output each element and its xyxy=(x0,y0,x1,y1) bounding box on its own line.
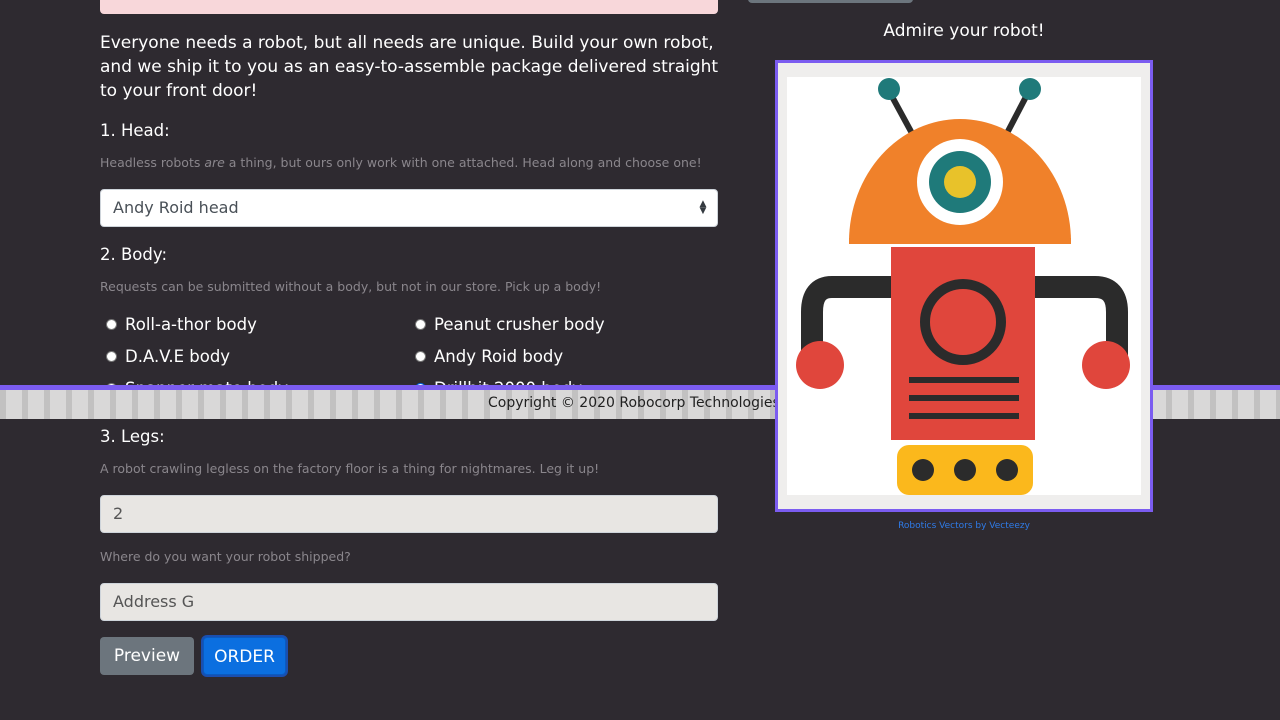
legs-label: 3. Legs: xyxy=(100,427,165,446)
address-help: Where do you want your robot shipped? xyxy=(100,549,351,564)
radio-label: D.A.V.E body xyxy=(125,347,231,366)
robot-preview xyxy=(775,60,1153,512)
radio-button[interactable] xyxy=(415,319,426,330)
legs-help: A robot crawling legless on the factory … xyxy=(100,461,600,476)
radio-roll-a-thor[interactable]: Roll-a-thor body xyxy=(106,315,257,335)
head-label: 1. Head: xyxy=(100,121,170,140)
radio-label: Peanut crusher body xyxy=(434,315,605,334)
alert-bar xyxy=(100,0,718,14)
preview-title: Admire your robot! xyxy=(883,21,1045,41)
tab-strip[interactable] xyxy=(748,0,913,3)
robot-image xyxy=(787,77,1141,495)
radio-peanut-crusher[interactable]: Peanut crusher body xyxy=(415,315,605,335)
body-help: Requests can be submitted without a body… xyxy=(100,279,602,294)
head-help: Headless robots are a thing, but ours on… xyxy=(100,155,702,170)
radio-button[interactable] xyxy=(415,351,426,362)
chevron-updown-icon: ▲ ▼ xyxy=(699,199,707,216)
copyright-text: Copyright © 2020 Robocorp Technologies, … xyxy=(488,395,793,411)
robot-illustration xyxy=(796,78,1130,495)
radio-dave[interactable]: D.A.V.E body xyxy=(106,347,231,367)
vecteezy-credit-link[interactable]: Robotics Vectors by Vecteezy xyxy=(775,521,1153,531)
radio-label: Roll-a-thor body xyxy=(125,315,257,334)
body-label: 2. Body: xyxy=(100,245,167,264)
radio-label: Andy Roid body xyxy=(434,347,564,366)
intro-text: Everyone needs a robot, but all needs ar… xyxy=(100,33,719,101)
radio-button[interactable] xyxy=(106,319,117,330)
address-input[interactable]: Address G xyxy=(100,583,718,621)
radio-andy-roid[interactable]: Andy Roid body xyxy=(415,347,564,367)
head-select-value: Andy Roid head xyxy=(113,198,239,217)
head-select[interactable]: Andy Roid head ▲ ▼ xyxy=(100,189,718,227)
legs-input[interactable]: 2 xyxy=(100,495,718,533)
order-button[interactable]: ORDER xyxy=(203,637,286,675)
preview-button[interactable]: Preview xyxy=(100,637,194,675)
radio-button[interactable] xyxy=(106,351,117,362)
